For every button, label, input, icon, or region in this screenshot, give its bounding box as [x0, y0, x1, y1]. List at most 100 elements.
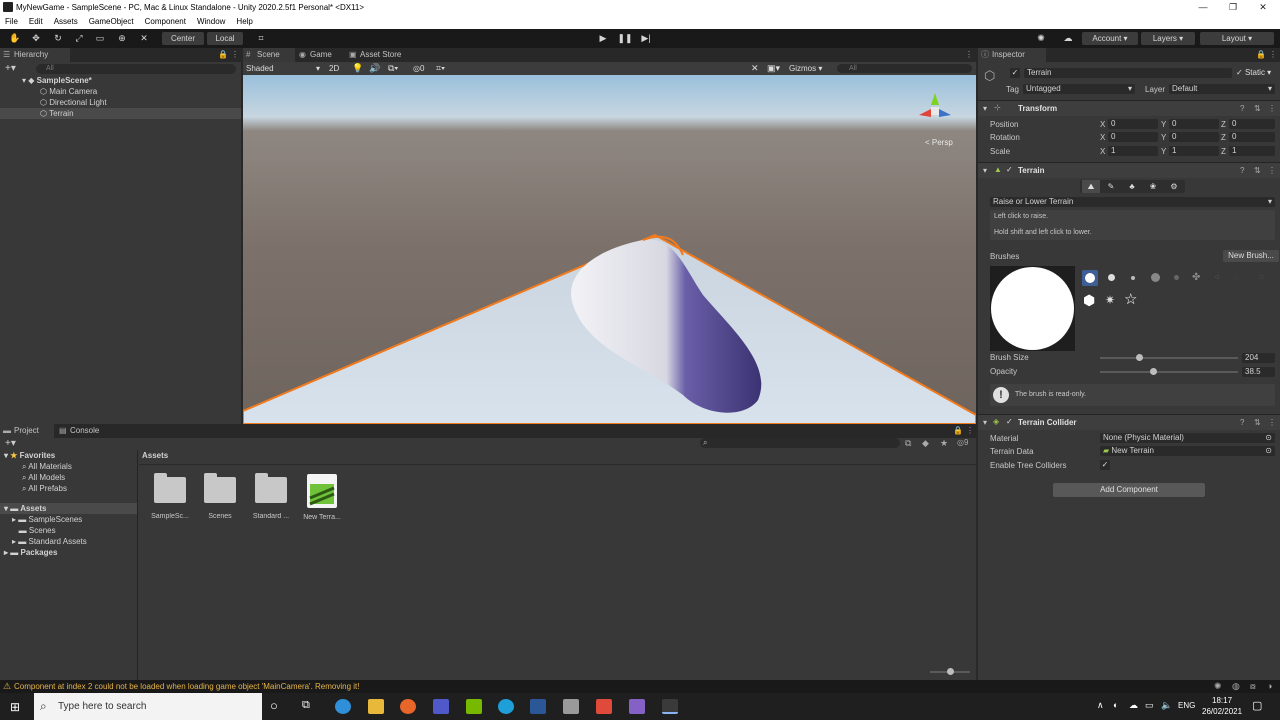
more-menu-icon[interactable]: ⋮: [1268, 104, 1276, 113]
enabled-checkbox[interactable]: ✓: [1006, 165, 1013, 174]
play-button-icon[interactable]: ▶: [594, 32, 612, 45]
brush-hexagon-icon[interactable]: ⬢: [1083, 293, 1095, 307]
project-breadcrumb[interactable]: Assets: [142, 451, 168, 460]
cache-icon[interactable]: ⧇: [1250, 681, 1256, 692]
nvidia-icon[interactable]: [466, 699, 482, 714]
onedrive-icon[interactable]: ☁: [1129, 700, 1138, 711]
brush-ring-icon[interactable]: ◌: [1234, 272, 1239, 282]
more-menu-icon[interactable]: ⋮: [1268, 166, 1276, 175]
tag-dropdown[interactable]: Untagged ▾: [1023, 84, 1135, 94]
position-x-field[interactable]: 0: [1108, 119, 1158, 129]
more-menu-icon[interactable]: ⋮: [1269, 50, 1277, 59]
unity-taskbar-icon[interactable]: [662, 699, 678, 714]
more-menu-icon[interactable]: ⋮: [966, 426, 974, 435]
layout-dropdown[interactable]: Layout ▾: [1200, 32, 1274, 45]
brush-splat-icon[interactable]: ✤: [1192, 272, 1200, 283]
menu-help[interactable]: Help: [236, 15, 252, 29]
new-brush-button[interactable]: New Brush...: [1223, 250, 1279, 262]
language-indicator[interactable]: ENG: [1178, 701, 1195, 710]
favorite-all-materials[interactable]: ⌕ All Materials: [22, 461, 72, 472]
transform-header[interactable]: ▾ ⊹ Transform ? ⇅ ⋮: [978, 100, 1280, 116]
transform-tool-icon[interactable]: ⊕: [113, 32, 131, 45]
clock-date[interactable]: 26/02/2021: [1202, 707, 1242, 716]
menu-window[interactable]: Window: [197, 15, 225, 29]
menu-file[interactable]: File: [5, 15, 18, 29]
paint-brush-icon[interactable]: ✎: [1102, 180, 1120, 193]
more-menu-icon[interactable]: ⋮: [231, 50, 239, 59]
brush-star-burst-icon[interactable]: ✷: [1105, 293, 1115, 307]
hidden-objects-count[interactable]: ◎0: [413, 64, 424, 73]
object-picker-icon[interactable]: ⊙: [1265, 433, 1272, 443]
debug-icon[interactable]: ◑: [1267, 681, 1272, 691]
menu-assets[interactable]: Assets: [54, 15, 78, 29]
tools-icon[interactable]: ✕: [751, 63, 759, 74]
assets-folder-item[interactable]: ▾ ▬ Assets: [0, 503, 137, 514]
brush-size-field[interactable]: 204: [1242, 353, 1275, 363]
opacity-field[interactable]: 38.5: [1242, 367, 1275, 377]
terrain-component-header[interactable]: ▾ ▲ ✓ Terrain ? ⇅ ⋮: [978, 162, 1280, 178]
tab-inspector[interactable]: ⓘ Inspector: [978, 48, 1046, 62]
static-toggle[interactable]: ✓ Static ▾: [1236, 68, 1271, 77]
maximize-button[interactable]: ❐: [1216, 0, 1250, 15]
hierarchy-item-directional-light[interactable]: ⬡ Directional Light: [40, 97, 107, 108]
active-checkbox[interactable]: ✓: [1010, 68, 1020, 78]
minimize-button[interactable]: —: [1186, 0, 1220, 15]
favorites-item[interactable]: ▾ ★ Favorites: [4, 450, 55, 461]
gizmos-dropdown[interactable]: Gizmos ▾: [789, 64, 822, 73]
hierarchy-item-main-camera[interactable]: ⬡ Main Camera: [40, 86, 97, 97]
teams-icon[interactable]: [433, 699, 449, 714]
preset-icon[interactable]: ⇅: [1254, 104, 1261, 113]
clock-time[interactable]: 18:17: [1212, 696, 1232, 705]
brush-dots-icon[interactable]: ⁙: [1258, 273, 1265, 282]
brush-star-icon[interactable]: ☆: [1124, 292, 1137, 307]
notifications-icon[interactable]: ▢: [1252, 699, 1262, 712]
tray-app-icon[interactable]: ◐: [1113, 700, 1118, 710]
hierarchy-item-terrain[interactable]: ⬡ Terrain: [0, 108, 241, 119]
scale-tool-icon[interactable]: ⤢: [70, 32, 88, 45]
tab-project[interactable]: ▬ Project: [0, 424, 54, 438]
filter-label-icon[interactable]: ◆: [922, 438, 929, 449]
brush-small-icon[interactable]: [1131, 276, 1135, 280]
edge-dev-icon[interactable]: [498, 699, 514, 714]
icon-size-handle[interactable]: [947, 668, 954, 675]
preset-icon[interactable]: ⇅: [1254, 166, 1261, 175]
pause-button-icon[interactable]: ❚❚: [616, 32, 634, 45]
opacity-handle[interactable]: [1150, 368, 1158, 375]
material-field[interactable]: None (Physic Material) ⊙: [1100, 433, 1275, 443]
create-plus-icon[interactable]: +▾: [5, 63, 16, 74]
rotate-tool-icon[interactable]: ↻: [49, 32, 67, 45]
brush-scatter-icon[interactable]: ⁘: [1214, 273, 1221, 282]
scale-x-field[interactable]: 1: [1108, 146, 1158, 156]
scene-gizmo-axis[interactable]: [915, 89, 955, 129]
help-icon[interactable]: ?: [1240, 104, 1244, 113]
grid-toggle-icon[interactable]: ⌗▾: [436, 63, 445, 74]
menu-edit[interactable]: Edit: [29, 15, 43, 29]
terrain-data-field[interactable]: ▰ New Terrain ⊙: [1100, 446, 1275, 456]
tree-icon[interactable]: ♣: [1123, 180, 1141, 193]
brush-circle-selected[interactable]: [1082, 270, 1098, 286]
windows-start-icon[interactable]: ⊞: [10, 700, 20, 714]
hidden-packages-toggle[interactable]: ◎9: [957, 438, 968, 447]
lock-icon[interactable]: 🔒: [953, 426, 963, 435]
menu-gameobject[interactable]: GameObject: [89, 15, 134, 29]
asset-folder-standard-assets[interactable]: Standard ...: [246, 473, 296, 520]
screen-recorder-icon[interactable]: [596, 699, 612, 714]
scale-y-field[interactable]: 1: [1169, 146, 1219, 156]
lighting-toggle-icon[interactable]: 💡: [352, 63, 363, 74]
rotation-z-field[interactable]: 0: [1229, 132, 1275, 142]
audio-toggle-icon[interactable]: 🔊: [369, 63, 380, 74]
opacity-slider[interactable]: [1100, 368, 1238, 375]
effects-toggle-icon[interactable]: ⧉▾: [388, 63, 398, 74]
filter-type-icon[interactable]: ⧉: [905, 438, 911, 449]
edge-icon[interactable]: [335, 699, 351, 714]
custom-tool-icon[interactable]: ✕: [135, 32, 153, 45]
folder-item-standard-assets[interactable]: ▸ ▬ Standard Assets: [12, 536, 87, 547]
asset-folder-samplescenes[interactable]: SampleSc...: [145, 473, 195, 520]
menu-component[interactable]: Component: [145, 15, 186, 29]
taskbar-search-input[interactable]: ⌕ Type here to search: [34, 693, 262, 720]
packages-folder-item[interactable]: ▸ ▬ Packages: [4, 547, 57, 558]
position-y-field[interactable]: 0: [1169, 119, 1219, 129]
camera-settings-icon[interactable]: ▣▾: [767, 63, 780, 74]
pivot-center-button[interactable]: Center: [162, 32, 204, 45]
status-message[interactable]: Component at index 2 could not be loaded…: [14, 682, 359, 691]
